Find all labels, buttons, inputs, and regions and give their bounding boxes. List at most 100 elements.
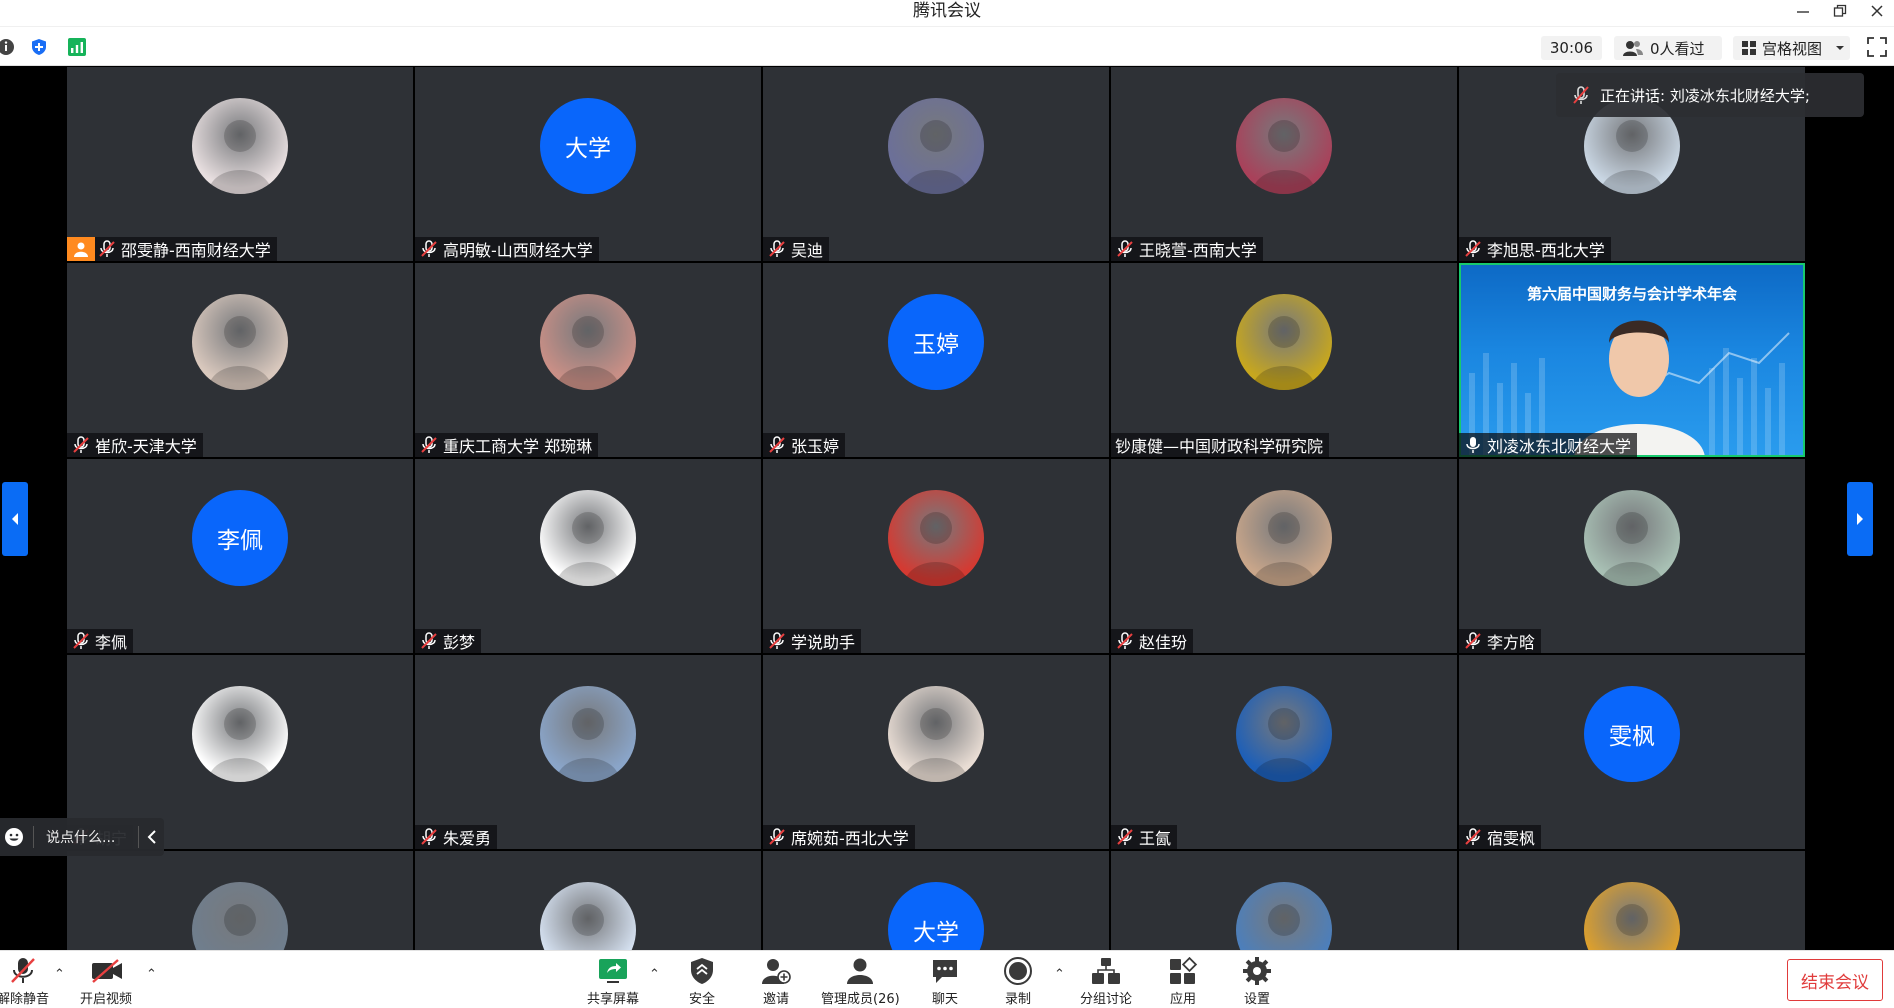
video-options-caret[interactable]: ⌃ [146, 967, 157, 982]
close-button[interactable] [1861, 0, 1893, 22]
participant-tile[interactable]: 重庆工商大学 郑琬琳 [415, 263, 761, 457]
emoji-icon [5, 828, 23, 846]
participant-tile[interactable]: 大学 [763, 851, 1109, 950]
record-options-caret[interactable]: ⌃ [1054, 967, 1065, 982]
participant-name: 宿雯枫 [1487, 829, 1536, 848]
chat-icon [933, 960, 957, 983]
participant-name: 席婉茹-西北大学 [791, 829, 909, 848]
restore-icon [1833, 4, 1847, 17]
settings-button[interactable]: 设置 [1241, 956, 1273, 1007]
end-meeting-button[interactable]: 结束会议 [1787, 959, 1883, 1001]
info-icon[interactable] [0, 37, 16, 57]
participant-avatar [192, 294, 288, 390]
chat-placeholder[interactable]: 说点什么... [46, 827, 138, 847]
prev-page-button[interactable] [2, 482, 28, 556]
participant-name-bar: 宿雯枫 [1459, 825, 1542, 849]
invite-button[interactable]: 邀请 [760, 956, 792, 1007]
meeting-info-bar: 30:06 0人看过 宫格视图 [0, 26, 1894, 66]
minimize-icon [1797, 11, 1809, 13]
mic-muted-icon [1465, 240, 1481, 257]
participant-tile[interactable]: 朱爱勇 [415, 655, 761, 849]
participant-tile[interactable]: 王氤 [1111, 655, 1457, 849]
participant-tile[interactable]: 雯枫宿雯枫 [1459, 655, 1805, 849]
breakout-rooms-label: 分组讨论 [1080, 992, 1133, 1007]
unmute-button[interactable]: 解除静音 [0, 956, 49, 1007]
participant-tile[interactable]: 学说助手 [763, 459, 1109, 653]
start-video-button[interactable]: 开启视频 [80, 956, 132, 1007]
manage-members-button[interactable]: 管理成员(26) [821, 956, 900, 1007]
participant-tile[interactable]: 大学 高明敏-山西财经大学 [415, 67, 761, 261]
network-signal-icon[interactable] [67, 37, 87, 57]
participant-name: 吴迪 [791, 241, 824, 260]
mic-muted-icon [1117, 828, 1133, 845]
participant-name: 刘凌冰东北财经大学 [1487, 437, 1632, 456]
participant-tile[interactable] [1111, 851, 1457, 950]
participant-avatar: 大学 [540, 98, 636, 194]
security-shield-icon[interactable] [29, 37, 49, 57]
participant-name: 学说助手 [791, 633, 856, 652]
participant-name: 王氤 [1139, 829, 1172, 848]
viewers-button[interactable]: 0人看过 [1614, 36, 1722, 60]
mic-muted-icon [1465, 828, 1481, 845]
participant-name-bar: 钞康健—中国财政科学研究院 [1111, 433, 1330, 457]
apps-button[interactable]: 应用 [1167, 956, 1199, 1007]
mic-muted-icon [1117, 632, 1133, 649]
participant-name-bar: 朱爱勇 [415, 825, 498, 849]
share-options-caret[interactable]: ⌃ [649, 967, 660, 982]
participant-avatar [540, 294, 636, 390]
share-screen-button[interactable]: 共享屏幕 [587, 956, 639, 1007]
participant-name-bar: 李方晗 [1459, 629, 1542, 653]
participant-tile[interactable]: 席婉茹-西北大学 [763, 655, 1109, 849]
participant-name: 邵雯静-西南财经大学 [121, 241, 271, 260]
participant-avatar [540, 882, 636, 950]
participant-name: 李旭思-西北大学 [1487, 241, 1605, 260]
people-icon [1623, 41, 1643, 56]
mic-muted-icon [769, 436, 785, 453]
chevron-right-icon [1857, 513, 1863, 525]
participant-name: 重庆工商大学 郑琬琳 [443, 437, 593, 456]
chat-button[interactable]: 聊天 [929, 956, 961, 1007]
security-button[interactable]: 安全 [686, 956, 718, 1007]
participant-avatar: 李佩 [192, 490, 288, 586]
shield-icon [691, 958, 713, 984]
members-icon [847, 958, 874, 984]
chat-input-box[interactable]: 说点什么... [0, 818, 164, 856]
apps-icon [1170, 957, 1198, 984]
participant-name-bar: 席婉茹-西北大学 [763, 825, 915, 849]
unmute-label: 解除静音 [0, 992, 50, 1007]
participant-avatar: 雯枫 [1584, 686, 1680, 782]
participant-tile[interactable]: 李佩 李佩 [67, 459, 413, 653]
participant-tile[interactable]: 李方晗 [1459, 459, 1805, 653]
participant-tile[interactable] [1459, 851, 1805, 950]
participant-tile[interactable]: 玉婷 张玉婷 [763, 263, 1109, 457]
settings-label: 设置 [1243, 992, 1270, 1007]
participant-tile[interactable]: 第六届中国财务与会计学术年会 刘凌冰东北财经大学 [1459, 263, 1805, 457]
mic-muted-icon [1117, 240, 1133, 257]
participant-tile[interactable]: 崔欣-天津大学 [67, 263, 413, 457]
mic-muted-icon [73, 632, 89, 649]
next-page-button[interactable] [1847, 482, 1873, 556]
chevron-left-icon [12, 513, 18, 525]
apps-label: 应用 [1169, 992, 1196, 1007]
mic-muted-icon [11, 958, 35, 983]
participant-avatar: 大学 [888, 882, 984, 950]
fullscreen-button[interactable] [1866, 36, 1888, 58]
manage-members-label: 管理成员(26) [821, 992, 900, 1007]
view-mode-dropdown[interactable]: 宫格视图 [1733, 36, 1850, 60]
audio-options-caret[interactable]: ⌃ [54, 967, 65, 982]
record-button[interactable]: 录制 [1002, 956, 1034, 1007]
participant-tile[interactable] [67, 851, 413, 950]
share-screen-icon [599, 959, 627, 983]
breakout-rooms-button[interactable]: 分组讨论 [1080, 956, 1132, 1007]
minimize-button[interactable] [1787, 0, 1819, 22]
participant-tile[interactable]: 王晓萱-西南大学 [1111, 67, 1457, 261]
participant-tile[interactable]: 钞康健—中国财政科学研究院 [1111, 263, 1457, 457]
participant-tile[interactable] [415, 851, 761, 950]
participant-tile[interactable]: 邵雯静-西南财经大学 [67, 67, 413, 261]
participant-tile[interactable]: 彭梦 [415, 459, 761, 653]
participant-avatar [888, 686, 984, 782]
restore-button[interactable] [1824, 0, 1856, 22]
participant-tile[interactable]: 吴迪 [763, 67, 1109, 261]
participant-tile[interactable]: 赵佳玢 [1111, 459, 1457, 653]
participant-avatar [1584, 882, 1680, 950]
